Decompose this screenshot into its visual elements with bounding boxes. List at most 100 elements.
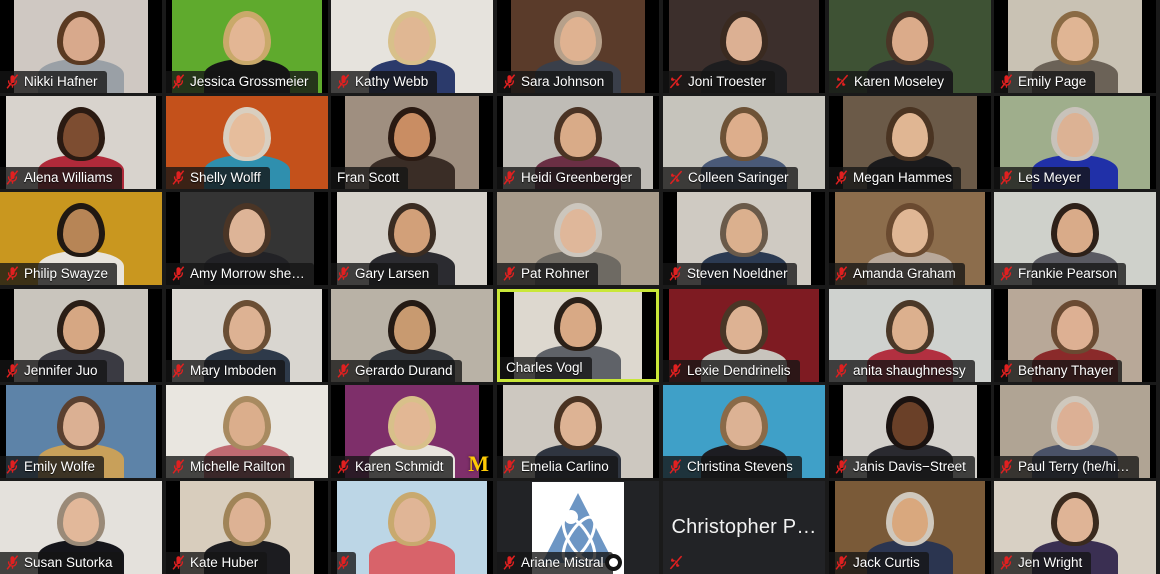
- participant-tile[interactable]: Colleen Saringer: [663, 96, 825, 189]
- participant-namebar: Ariane Mistral: [497, 552, 613, 574]
- participant-face: [63, 113, 99, 157]
- participant-tile[interactable]: Amanda Graham: [829, 192, 991, 285]
- michigan-logo-icon: M: [468, 451, 489, 476]
- participant-tile[interactable]: Fran Scott: [331, 96, 493, 189]
- participant-name: Gerardo Durand: [355, 363, 453, 378]
- participant-tile[interactable]: Lexie Dendrinelis: [663, 289, 825, 382]
- participant-namebar: Bethany Thayer: [994, 360, 1123, 382]
- participant-face: [1057, 209, 1093, 253]
- participant-tile[interactable]: Jack Curtis: [829, 481, 991, 574]
- mic-muted-icon: [503, 459, 516, 474]
- participant-tile[interactable]: Sara Johnson: [497, 0, 659, 93]
- participant-tile[interactable]: Michelle Railton: [166, 385, 328, 478]
- participant-name: Kate Huber: [190, 555, 259, 570]
- participant-namebar: Jack Curtis: [829, 552, 929, 574]
- participant-name: Emily Page: [1018, 74, 1087, 89]
- mic-muted-icon: [669, 363, 682, 378]
- participant-face: [892, 402, 928, 446]
- participant-name: Ariane Mistral: [521, 555, 604, 570]
- participant-tile[interactable]: Frankie Pearson: [994, 192, 1156, 285]
- participant-tile[interactable]: Christina Stevens: [663, 385, 825, 478]
- participant-tile[interactable]: Heidi Greenberger: [497, 96, 659, 189]
- participant-tile[interactable]: M Karen Schmidt: [331, 385, 493, 478]
- mic-muted-icon: [172, 459, 185, 474]
- participant-tile[interactable]: Ariane Mistral: [497, 481, 659, 574]
- participant-name: Les Meyer: [1018, 170, 1082, 185]
- participant-tile[interactable]: [331, 481, 493, 574]
- participant-name: Karen Schmidt: [355, 459, 444, 474]
- participant-namebar: Megan Hammes: [829, 167, 962, 189]
- participant-tile[interactable]: Charles Vogl: [497, 289, 659, 382]
- participant-tile[interactable]: Jen Wright: [994, 481, 1156, 574]
- participant-namebar: Heidi Greenberger: [497, 167, 642, 189]
- participant-namebar: Joni Troester: [663, 71, 776, 93]
- participant-tile[interactable]: Pat Rohner: [497, 192, 659, 285]
- mic-muted-icon: [835, 363, 848, 378]
- mic-muted-icon: [1000, 555, 1013, 570]
- participant-tile[interactable]: Emelia Carlino: [497, 385, 659, 478]
- participant-tile[interactable]: Christopher P…: [663, 481, 825, 574]
- participant-name: Paul Terry (he/hi…: [1018, 459, 1130, 474]
- participant-face: [892, 306, 928, 350]
- participant-video: [337, 481, 487, 574]
- participant-tile[interactable]: Steven Noeldner: [663, 192, 825, 285]
- participant-name: Bethany Thayer: [1018, 363, 1114, 378]
- participant-name: Christina Stevens: [687, 459, 793, 474]
- mic-muted-icon: [1000, 74, 1013, 89]
- mic-muted-icon: [503, 555, 516, 570]
- participant-tile[interactable]: Bethany Thayer: [994, 289, 1156, 382]
- participant-namebar: Sara Johnson: [497, 71, 614, 93]
- participant-name: Megan Hammes: [853, 170, 953, 185]
- participant-name: Steven Noeldner: [687, 266, 788, 281]
- participant-name: Fran Scott: [337, 170, 400, 185]
- participant-tile[interactable]: anita shaughnessy: [829, 289, 991, 382]
- participant-namebar: Gerardo Durand: [331, 360, 462, 382]
- participant-face: [892, 17, 928, 61]
- participant-tile[interactable]: Susan Sutorka: [0, 481, 162, 574]
- participant-tile[interactable]: Megan Hammes: [829, 96, 991, 189]
- participant-face: [560, 303, 596, 347]
- participant-namebar: Jennifer Juo: [0, 360, 107, 382]
- participant-tile[interactable]: Les Meyer: [994, 96, 1156, 189]
- participant-tile[interactable]: Emily Wolfe: [0, 385, 162, 478]
- participant-tile[interactable]: Kate Huber: [166, 481, 328, 574]
- participant-face: [892, 209, 928, 253]
- participant-face: [560, 17, 596, 61]
- participant-face: [1057, 306, 1093, 350]
- participant-tile[interactable]: Shelly Wolff: [166, 96, 328, 189]
- participant-tile[interactable]: Kathy Webb: [331, 0, 493, 93]
- participant-namebar: Amanda Graham: [829, 263, 965, 285]
- participant-namebar: Emelia Carlino: [497, 456, 618, 478]
- mic-muted-icon: [172, 555, 185, 570]
- participant-tile[interactable]: Amy Morrow she…: [166, 192, 328, 285]
- participant-tile[interactable]: Emily Page: [994, 0, 1156, 93]
- participant-face: [726, 402, 762, 446]
- participant-tile[interactable]: Jennifer Juo: [0, 289, 162, 382]
- participant-namebar: Lexie Dendrinelis: [663, 360, 800, 382]
- participant-namebar: Pat Rohner: [497, 263, 599, 285]
- participant-face: [560, 113, 596, 157]
- participant-tile[interactable]: Karen Moseley: [829, 0, 991, 93]
- participant-tile[interactable]: Gerardo Durand: [331, 289, 493, 382]
- participant-tile[interactable]: Philip Swayze: [0, 192, 162, 285]
- participant-name: Frankie Pearson: [1018, 266, 1118, 281]
- participant-tile[interactable]: Joni Troester: [663, 0, 825, 93]
- participant-namebar: Charles Vogl: [500, 357, 592, 379]
- participant-face: [394, 113, 430, 157]
- participant-name: Jennifer Juo: [24, 363, 98, 378]
- participant-tile[interactable]: Janis Davis−Street: [829, 385, 991, 478]
- participant-namebar: Christina Stevens: [663, 456, 802, 478]
- participant-tile[interactable]: Paul Terry (he/hi…: [994, 385, 1156, 478]
- participant-tile[interactable]: Jessica Grossmeier: [166, 0, 328, 93]
- mic-muted-icon: [337, 266, 350, 281]
- participant-namebar: Kate Huber: [166, 552, 268, 574]
- mic-muted-icon: [337, 459, 350, 474]
- participant-name: Joni Troester: [688, 74, 767, 89]
- participant-face: [394, 209, 430, 253]
- participant-tile[interactable]: Nikki Hafner: [0, 0, 162, 93]
- participant-tile[interactable]: Mary Imboden: [166, 289, 328, 382]
- participant-tile[interactable]: Gary Larsen: [331, 192, 493, 285]
- participant-tile[interactable]: Alena Williams: [0, 96, 162, 189]
- participant-face: [63, 209, 99, 253]
- mic-muted-icon: [337, 74, 350, 89]
